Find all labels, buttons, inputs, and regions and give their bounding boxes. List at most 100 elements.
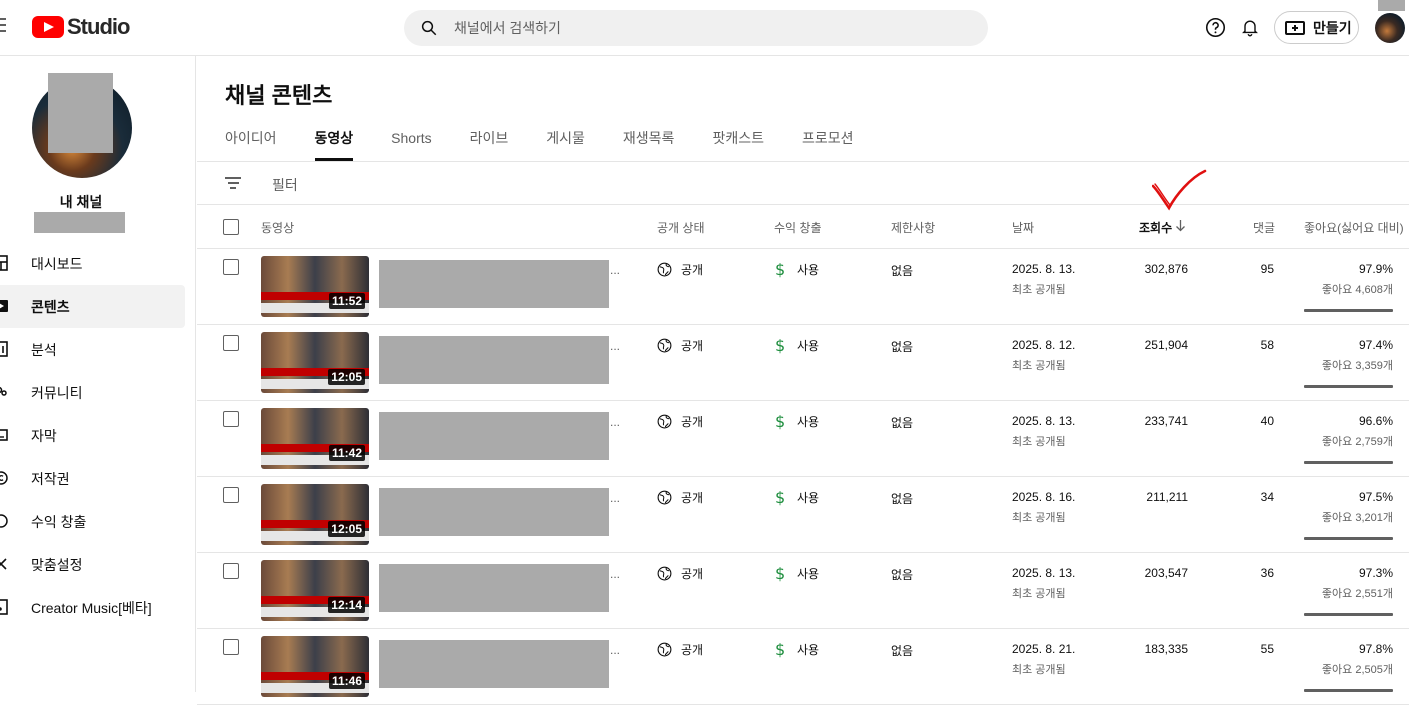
tab-playlists[interactable]: 재생목록: [623, 126, 675, 162]
table-row[interactable]: 12:05... 공개 $ 사용 없음 2025. 8. 12. 최초 공개됨 251,904…: [197, 325, 1409, 401]
visibility-cell[interactable]: 공개: [657, 413, 703, 430]
sidebar-item-creator-music[interactable]: Creator Music[베타]: [0, 586, 185, 629]
views-value: 211,211: [1146, 490, 1188, 504]
col-likes[interactable]: 좋아요(싫어요 대비): [1304, 219, 1404, 236]
col-restrictions[interactable]: 제한사항: [891, 219, 935, 236]
row-checkbox[interactable]: [223, 335, 239, 351]
date-value: 2025. 8. 12.: [1012, 338, 1076, 352]
sort-down-arrow-icon[interactable]: [1175, 219, 1186, 232]
col-date[interactable]: 날짜: [1012, 219, 1034, 236]
filter-input[interactable]: 필터: [272, 175, 298, 195]
table-row[interactable]: 11:46... 공개 $ 사용 없음 2025. 8. 21. 최초 공개됨 183,335…: [197, 629, 1409, 705]
like-ratio: 97.8%: [1358, 642, 1393, 656]
sidebar-item-analytics[interactable]: 분석: [0, 328, 185, 371]
col-views[interactable]: 조회수: [1139, 219, 1172, 236]
redacted-box: [1378, 0, 1405, 11]
sidebar-item-label: 커뮤니티: [31, 384, 83, 401]
tab-ideas[interactable]: 아이디어: [225, 126, 277, 162]
like-count: 좋아요 3,201개: [1321, 512, 1393, 524]
row-checkbox[interactable]: [223, 259, 239, 275]
date-value: 2025. 8. 21.: [1012, 642, 1076, 656]
like-count: 좋아요 2,551개: [1321, 588, 1393, 600]
video-thumbnail[interactable]: 11:46: [261, 636, 369, 697]
select-all-checkbox[interactable]: [223, 219, 239, 235]
content-icon: [0, 300, 8, 312]
redacted-video-title[interactable]: [379, 488, 609, 536]
help-icon[interactable]: [1205, 17, 1226, 38]
search-input[interactable]: [454, 10, 974, 46]
tab-live[interactable]: 라이브: [470, 126, 509, 162]
filter-icon[interactable]: [225, 177, 241, 189]
video-thumbnail[interactable]: 12:05: [261, 332, 369, 393]
like-ratio-bar: [1304, 309, 1393, 312]
visibility-cell[interactable]: 공개: [657, 337, 703, 354]
sidebar-item-dashboard[interactable]: 대시보드: [0, 242, 185, 285]
row-checkbox[interactable]: [223, 487, 239, 503]
redacted-video-title[interactable]: [379, 260, 609, 308]
visibility-cell[interactable]: 공개: [657, 641, 703, 658]
monetization-cell[interactable]: $ 사용: [775, 261, 819, 278]
monetization-label: 사용: [797, 415, 820, 429]
comments-value: 34: [1260, 490, 1274, 504]
tab-posts[interactable]: 게시물: [546, 126, 585, 162]
tab-videos[interactable]: 동영상: [314, 126, 353, 162]
video-thumbnail[interactable]: 11:52: [261, 256, 369, 317]
account-avatar[interactable]: [1375, 13, 1405, 43]
notifications-bell-icon[interactable]: [1240, 16, 1260, 38]
filter-bar: 필터: [197, 162, 1409, 205]
redacted-video-title[interactable]: [379, 336, 609, 384]
redacted-video-title[interactable]: [379, 564, 609, 612]
menu-icon[interactable]: [0, 18, 10, 34]
table-row[interactable]: 12:05... 공개 $ 사용 없음 2025. 8. 16. 최초 공개됨 211,211…: [197, 477, 1409, 553]
table-row[interactable]: 11:52... 공개 $ 사용 없음 2025. 8. 13. 최초 공개됨 302,876…: [197, 249, 1409, 325]
row-checkbox[interactable]: [223, 639, 239, 655]
row-checkbox[interactable]: [223, 563, 239, 579]
visibility-cell[interactable]: 공개: [657, 489, 703, 506]
visibility-cell[interactable]: 공개: [657, 565, 703, 582]
tab-podcasts[interactable]: 팟캐스트: [712, 126, 764, 162]
sidebar-item-label: 자막: [31, 427, 57, 444]
video-thumbnail[interactable]: 11:42: [261, 408, 369, 469]
sidebar-item-subtitles[interactable]: 자막: [0, 414, 185, 457]
table-row[interactable]: 11:42... 공개 $ 사용 없음 2025. 8. 13. 최초 공개됨 233,741…: [197, 401, 1409, 477]
tab-shorts[interactable]: Shorts: [391, 126, 431, 162]
redacted-video-title[interactable]: [379, 640, 609, 688]
main-content: 채널 콘텐츠 아이디어 동영상 Shorts 라이브 게시물 재생목록 팟캐스트…: [197, 56, 1409, 705]
date-cell: 2025. 8. 21. 최초 공개됨: [1012, 642, 1075, 677]
redacted-video-title[interactable]: [379, 412, 609, 460]
col-video: 동영상: [261, 221, 295, 235]
customization-icon: [0, 558, 7, 570]
sidebar-item-content[interactable]: 콘텐츠: [0, 285, 185, 328]
monetization-cell[interactable]: $ 사용: [775, 337, 819, 354]
title-ellipsis: ...: [610, 263, 621, 277]
search-icon[interactable]: [420, 19, 438, 37]
studio-logo[interactable]: Studio: [32, 14, 130, 40]
video-duration: 11:52: [328, 293, 365, 309]
visibility-label: 공개: [681, 491, 704, 505]
date-cell: 2025. 8. 13. 최초 공개됨: [1012, 566, 1075, 601]
date-status: 최초 공개됨: [1012, 664, 1066, 676]
visibility-cell[interactable]: 공개: [657, 261, 703, 278]
monetization-cell[interactable]: $ 사용: [775, 489, 819, 506]
sidebar-item-copyright[interactable]: 저작권: [0, 457, 185, 500]
col-visibility[interactable]: 공개 상태: [657, 219, 705, 236]
create-button[interactable]: 만들기: [1274, 11, 1359, 44]
monetization-cell[interactable]: $ 사용: [775, 641, 819, 658]
video-duration: 12:05: [328, 369, 365, 385]
col-comments[interactable]: 댓글: [1253, 219, 1275, 236]
sidebar-item-monetization[interactable]: 수익 창출: [0, 500, 185, 543]
create-video-icon: [1285, 20, 1305, 35]
dollar-icon: $: [775, 487, 786, 507]
video-thumbnail[interactable]: 12:05: [261, 484, 369, 545]
sidebar-item-customization[interactable]: 맞춤설정: [0, 543, 185, 586]
monetization-cell[interactable]: $ 사용: [775, 565, 819, 582]
row-checkbox[interactable]: [223, 411, 239, 427]
monetization-cell[interactable]: $ 사용: [775, 413, 819, 430]
table-row[interactable]: 12:14... 공개 $ 사용 없음 2025. 8. 13. 최초 공개됨 203,547…: [197, 553, 1409, 629]
sidebar-item-community[interactable]: 커뮤니티: [0, 371, 185, 414]
col-monetization[interactable]: 수익 창출: [774, 219, 822, 236]
tab-promotions[interactable]: 프로모션: [802, 126, 854, 162]
video-thumbnail[interactable]: 12:14: [261, 560, 369, 621]
top-bar: Studio 만들기: [0, 0, 1409, 56]
date-cell: 2025. 8. 13. 최초 공개됨: [1012, 414, 1075, 449]
